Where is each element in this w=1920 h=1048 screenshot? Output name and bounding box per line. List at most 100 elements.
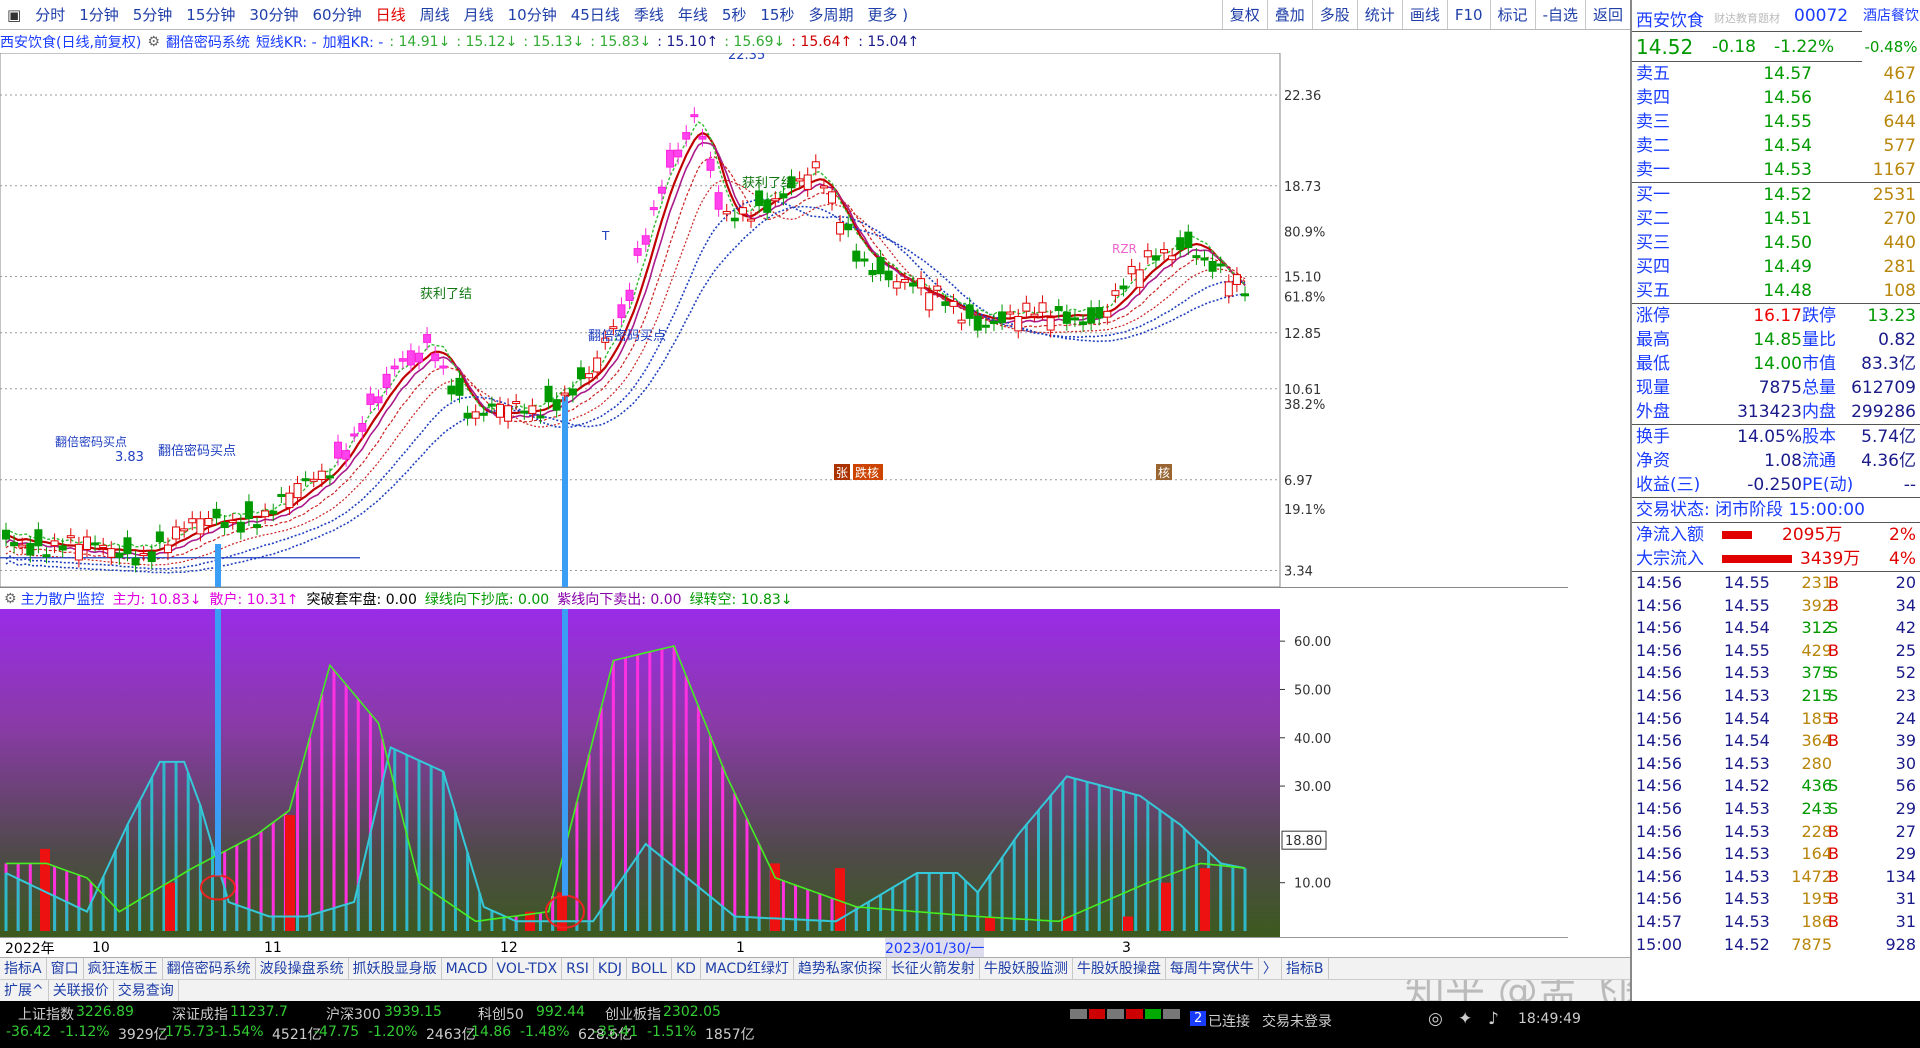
period-tab[interactable]: 5秒 (715, 0, 754, 29)
trade-login-status[interactable]: 交易未登录 (1262, 1011, 1332, 1031)
index-name[interactable]: 深证成指 (172, 1004, 228, 1024)
index-name[interactable]: 创业板指 (605, 1004, 661, 1024)
period-tab[interactable]: 30分钟 (242, 0, 305, 29)
indicator-tab[interactable]: KD (672, 958, 701, 979)
indicator-tab[interactable]: 牛股妖股监测 (980, 958, 1073, 979)
tick-row[interactable]: 14:57 14.53 186 B 31 (1632, 911, 1920, 934)
index-name[interactable]: 沪深300 (326, 1004, 381, 1024)
indicator-tab[interactable]: RSI (562, 958, 594, 979)
indicator-tab[interactable]: MACD红绿灯 (701, 958, 794, 979)
dietan-label: 跌核 (855, 465, 879, 480)
sell-order-row[interactable]: 卖二 14.54 577 (1632, 134, 1920, 158)
tick-row[interactable]: 14:56 14.55 231 B 20 (1632, 572, 1920, 595)
period-tab[interactable]: 周线 (413, 0, 457, 29)
indicator-tab[interactable]: 波段操盘系统 (256, 958, 349, 979)
sub-indicator-name[interactable]: 主力散户监控 (21, 589, 105, 609)
period-tab[interactable]: 10分钟 (501, 0, 564, 29)
indicator-tab[interactable]: VOL-TDX (493, 958, 563, 979)
sub-indicator-svg[interactable]: 60.00 50.00 40.00 30.00 10.00 18.80 (0, 609, 1568, 937)
toolbar-button[interactable]: 叠加 (1266, 0, 1312, 29)
tick-row[interactable]: 14:56 14.54 185 B 24 (1632, 708, 1920, 731)
indicator-tab[interactable]: 指标B (1282, 958, 1329, 979)
period-tab[interactable]: 月线 (457, 0, 501, 29)
period-tab[interactable]: 15秒 (753, 0, 801, 29)
tick-row[interactable]: 14:56 14.53 228 B 27 (1632, 821, 1920, 844)
tick-row[interactable]: 14:56 14.52 436 S 56 (1632, 775, 1920, 798)
indicator-tab[interactable]: MACD (442, 958, 493, 979)
tick-row[interactable]: 15:00 14.52 7875 928 (1632, 934, 1920, 957)
period-tab[interactable]: 更多 ) (861, 0, 916, 29)
index-name[interactable]: 科创50 (478, 1004, 524, 1024)
indicator-tab[interactable]: KDJ (594, 958, 627, 979)
tick-row[interactable]: 14:56 14.54 364 B 39 (1632, 730, 1920, 753)
toolbar-button[interactable]: 画线 (1401, 0, 1447, 29)
connection-status[interactable]: 已连接 (1208, 1011, 1250, 1031)
toolbar-button[interactable]: 标记 (1489, 0, 1535, 29)
period-tab[interactable]: 15分钟 (179, 0, 242, 29)
window-menu-icon[interactable]: ▣ (0, 0, 28, 29)
buy-order-row[interactable]: 买五 14.48 108 (1632, 279, 1920, 303)
indicator-tab[interactable]: 指标A (0, 958, 47, 979)
tick-row[interactable]: 14:56 14.53 1472 B 134 (1632, 866, 1920, 889)
period-tab[interactable]: 年线 (671, 0, 715, 29)
sell-order-row[interactable]: 卖一 14.53 1167 (1632, 158, 1920, 182)
toolbar-button[interactable]: 复权 (1221, 0, 1267, 29)
index-name[interactable]: 上证指数 (18, 1004, 74, 1024)
indicator-tab[interactable]: 翻倍密码系统 (163, 958, 256, 979)
refresh-icon[interactable]: ◎ (1428, 1009, 1443, 1029)
tick-row[interactable]: 14:56 14.54 312 S 42 (1632, 617, 1920, 640)
sell-order-row[interactable]: 卖五 14.57 467 (1632, 62, 1920, 86)
related-quote-tab[interactable]: 关联报价 (49, 980, 114, 1001)
tick-row[interactable]: 14:56 14.53 243 S 29 (1632, 798, 1920, 821)
toolbar-button[interactable]: 统计 (1356, 0, 1402, 29)
indicator-tab[interactable]: 抓妖股显身版 (349, 958, 442, 979)
kline-chart[interactable]: 22.36 18.73 15.10 12.85 10.61 6.97 3.34 80.9% 61… (0, 48, 1568, 588)
buy-order-row[interactable]: 买三 14.50 440 (1632, 231, 1920, 255)
tick-list[interactable]: 14:56 14.55 231 B 20 14:56 14.55 392 B 34 14:56 14.… (1632, 572, 1920, 956)
period-tab[interactable]: 分时 (28, 0, 72, 29)
indicator-tab[interactable]: 牛股妖股操盘 (1073, 958, 1166, 979)
buy-order-row[interactable]: 买一 14.52 2531 (1632, 183, 1920, 207)
quote-sector[interactable]: 酒店餐饮 (1862, 0, 1920, 32)
indicator-tab[interactable]: 疯狂连板王 (84, 958, 163, 979)
tick-row[interactable]: 14:56 14.53 195 B 31 (1632, 888, 1920, 911)
toolbar-button[interactable]: 多股 (1311, 0, 1357, 29)
period-tab[interactable]: 60分钟 (305, 0, 368, 29)
indicator-tab[interactable]: 窗口 (47, 958, 84, 979)
trade-query-tab[interactable]: 交易查询 (114, 980, 179, 1001)
sell-order-row[interactable]: 卖三 14.55 644 (1632, 110, 1920, 134)
connection-count-badge[interactable]: 2 (1190, 1011, 1207, 1026)
settings-icon[interactable]: ⚙ (4, 591, 17, 607)
tick-row[interactable]: 14:56 14.53 375 S 52 (1632, 662, 1920, 685)
period-tab[interactable]: 季线 (627, 0, 671, 29)
chart-stock-title[interactable]: 西安饮食(日线,前复权) (0, 32, 141, 52)
indicator-tab[interactable]: 〉 (1259, 958, 1282, 979)
sell-order-row[interactable]: 卖四 14.56 416 (1632, 86, 1920, 110)
toolbar-button[interactable]: F10 (1446, 0, 1490, 29)
tick-row[interactable]: 14:56 14.53 280 30 (1632, 753, 1920, 776)
settings-icon[interactable]: ⚙ (147, 34, 160, 50)
buy-order-row[interactable]: 买四 14.49 281 (1632, 255, 1920, 279)
period-tab[interactable]: 多周期 (801, 0, 860, 29)
tick-row[interactable]: 14:56 14.53 164 B 29 (1632, 843, 1920, 866)
period-tab[interactable]: 1分钟 (72, 0, 126, 29)
kline-chart-svg[interactable]: 22.36 18.73 15.10 12.85 10.61 6.97 3.34 80.9% 61… (0, 48, 1568, 588)
toolbar-button[interactable]: -自选 (1534, 0, 1585, 29)
tick-row[interactable]: 14:56 14.53 215 S 23 (1632, 685, 1920, 708)
sub-indicator-chart[interactable]: 60.00 50.00 40.00 30.00 10.00 18.80 (0, 609, 1568, 937)
indicator-tab[interactable]: 趋势私家侦探 (794, 958, 887, 979)
tick-row[interactable]: 14:56 14.55 392 B 34 (1632, 595, 1920, 618)
toolbar-button[interactable]: 返回 (1584, 0, 1630, 29)
tools-icon[interactable]: ✦ (1458, 1009, 1472, 1029)
chart-system-name[interactable]: 翻倍密码系统 (166, 32, 250, 52)
indicator-tab[interactable]: 每周牛窝伏牛 (1166, 958, 1259, 979)
buy-order-row[interactable]: 买二 14.51 270 (1632, 207, 1920, 231)
indicator-tab[interactable]: BOLL (627, 958, 672, 979)
bell-icon[interactable]: ♪ (1488, 1009, 1499, 1029)
expand-tab[interactable]: 扩展^ (0, 980, 49, 1001)
indicator-tab[interactable]: 长征火箭发射 (887, 958, 980, 979)
period-tab[interactable]: 日线 (369, 0, 413, 29)
tick-row[interactable]: 14:56 14.55 429 B 25 (1632, 640, 1920, 663)
period-tab[interactable]: 5分钟 (126, 0, 180, 29)
period-tab[interactable]: 45日线 (564, 0, 627, 29)
